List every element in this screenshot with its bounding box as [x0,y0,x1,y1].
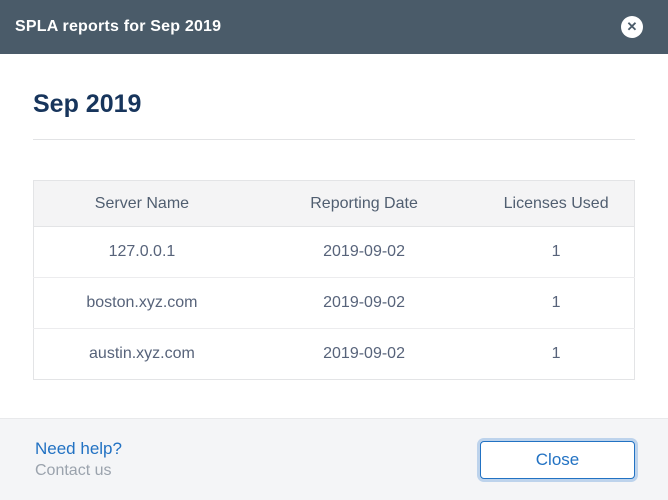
spla-report-table: Server Name Reporting Date Licenses Used… [33,180,635,380]
modal-header: SPLA reports for Sep 2019 ✕ [0,0,668,54]
column-header-server-name: Server Name [34,181,250,227]
contact-us-text: Contact us [35,462,122,480]
table-row: boston.xyz.com 2019-09-02 1 [34,278,635,329]
modal-title: SPLA reports for Sep 2019 [15,18,221,36]
cell-licenses-used: 1 [478,227,634,278]
table-header-row: Server Name Reporting Date Licenses Used [34,181,635,227]
modal-body: Sep 2019 Server Name Reporting Date Lice… [0,54,668,418]
cell-reporting-date: 2019-09-02 [250,278,478,329]
need-help-link[interactable]: Need help? [35,439,122,459]
close-icon[interactable]: ✕ [621,16,643,38]
cell-licenses-used: 1 [478,329,634,380]
month-heading: Sep 2019 [33,90,635,119]
cell-reporting-date: 2019-09-02 [250,227,478,278]
modal-footer: Need help? Contact us Close [0,418,668,500]
table-row: 127.0.0.1 2019-09-02 1 [34,227,635,278]
cell-server-name: boston.xyz.com [34,278,250,329]
close-button[interactable]: Close [480,441,635,479]
cell-licenses-used: 1 [478,278,634,329]
cell-server-name: austin.xyz.com [34,329,250,380]
help-block: Need help? Contact us [35,439,122,480]
spla-reports-modal: SPLA reports for Sep 2019 ✕ Sep 2019 Ser… [0,0,668,500]
column-header-reporting-date: Reporting Date [250,181,478,227]
cell-server-name: 127.0.0.1 [34,227,250,278]
close-x-glyph: ✕ [627,16,638,38]
heading-divider [33,139,635,140]
cell-reporting-date: 2019-09-02 [250,329,478,380]
column-header-licenses-used: Licenses Used [478,181,634,227]
table-row: austin.xyz.com 2019-09-02 1 [34,329,635,380]
